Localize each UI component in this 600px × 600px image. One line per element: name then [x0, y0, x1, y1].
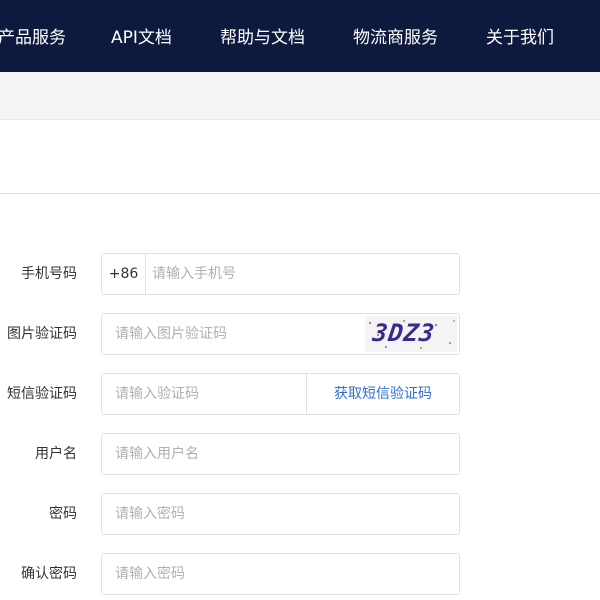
nav-item-logistics[interactable]: 物流商服务: [353, 0, 438, 72]
captcha-text: 3DZ3: [371, 319, 437, 347]
nav-item-api-docs[interactable]: API文档: [111, 0, 172, 72]
captcha-noise-dot: [427, 334, 429, 336]
confirm-password-field: [101, 553, 460, 595]
captcha-noise-dot: [420, 347, 422, 349]
captcha-noise-dot: [385, 346, 387, 348]
image-code-label: 图片验证码: [7, 326, 77, 342]
section-divider: [0, 193, 600, 194]
confirm-password-input[interactable]: [115, 554, 450, 594]
phone-label: 手机号码: [21, 266, 77, 282]
phone-input[interactable]: [152, 254, 452, 294]
captcha-noise-dot: [377, 334, 379, 336]
image-code-input[interactable]: [115, 314, 360, 354]
nav-item-about-us[interactable]: 关于我们: [486, 0, 554, 72]
username-label: 用户名: [35, 446, 77, 462]
password-field: [101, 493, 460, 535]
captcha-image[interactable]: 3DZ3: [365, 316, 457, 352]
password-label: 密码: [49, 506, 77, 522]
captcha-noise-dot: [435, 324, 437, 326]
password-input[interactable]: [115, 494, 450, 534]
sms-code-field: 获取短信验证码: [101, 373, 460, 415]
captcha-noise-dot: [449, 342, 451, 344]
username-field: [101, 433, 460, 475]
nav-item-help-docs[interactable]: 帮助与文档: [220, 0, 305, 72]
captcha-noise-dot: [403, 320, 405, 322]
country-code-prefix[interactable]: +86: [102, 254, 146, 294]
username-input[interactable]: [115, 434, 450, 474]
confirm-password-label: 确认密码: [21, 566, 77, 582]
nav-item-products[interactable]: 产品服务: [0, 0, 66, 72]
image-code-field: 3DZ3: [101, 313, 460, 355]
top-navigation-bar: 产品服务 API文档 帮助与文档 物流商服务 关于我们: [0, 0, 600, 72]
get-sms-code-button[interactable]: 获取短信验证码: [306, 374, 459, 414]
captcha-noise-dot: [453, 320, 455, 322]
sms-code-input[interactable]: [115, 374, 300, 414]
sub-header-bar: [0, 72, 600, 120]
sms-code-label: 短信验证码: [7, 386, 77, 402]
phone-field: +86: [101, 253, 460, 295]
captcha-noise-dot: [369, 322, 371, 324]
